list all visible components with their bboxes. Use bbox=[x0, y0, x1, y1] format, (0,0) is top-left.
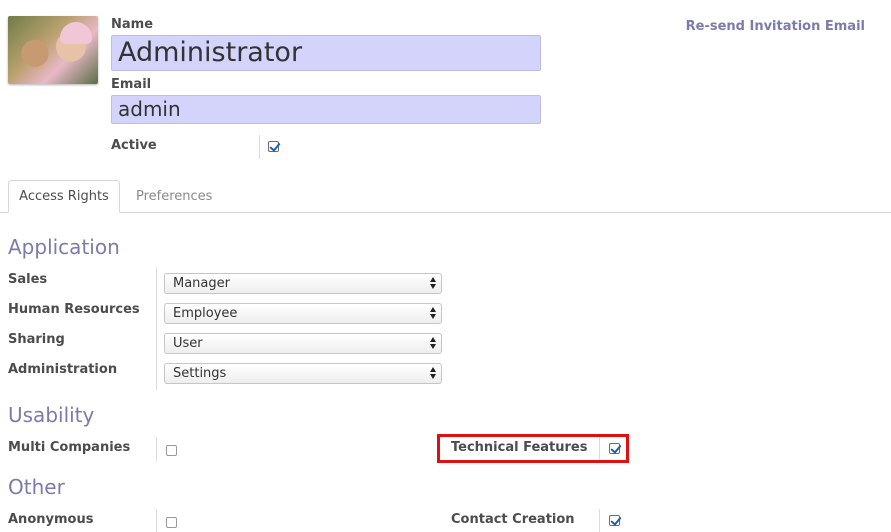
resend-invitation-link[interactable]: Re-send Invitation Email bbox=[686, 19, 865, 34]
select-arrows-icon bbox=[430, 307, 436, 320]
field-separator bbox=[156, 437, 157, 461]
email-field[interactable]: admin bbox=[111, 95, 541, 124]
multi-companies-checkbox[interactable] bbox=[166, 445, 177, 456]
active-label: Active bbox=[111, 138, 157, 153]
administration-select[interactable]: Settings bbox=[164, 363, 442, 384]
sales-select[interactable]: Manager bbox=[164, 273, 442, 294]
tab-preferences[interactable]: Preferences bbox=[136, 189, 212, 204]
administration-select-value: Settings bbox=[173, 366, 227, 381]
name-field[interactable]: Administrator bbox=[111, 35, 541, 71]
field-separator bbox=[599, 509, 600, 532]
email-label: Email bbox=[111, 77, 152, 92]
field-label-anonymous: Anonymous bbox=[8, 512, 94, 527]
field-label-contact-creation: Contact Creation bbox=[451, 512, 575, 527]
sharing-select-value: User bbox=[173, 336, 203, 351]
field-label-sales: Sales bbox=[8, 272, 48, 287]
anonymous-checkbox[interactable] bbox=[166, 517, 177, 528]
tab-bar-divider bbox=[0, 212, 891, 213]
select-arrows-icon bbox=[430, 367, 436, 380]
field-label-multi-companies: Multi Companies bbox=[8, 440, 131, 455]
field-separator bbox=[156, 268, 157, 390]
section-title-usability: Usability bbox=[8, 403, 95, 427]
section-title-other: Other bbox=[8, 475, 65, 499]
field-separator bbox=[156, 509, 157, 532]
contact-creation-checkbox[interactable] bbox=[609, 515, 620, 526]
sharing-select[interactable]: User bbox=[164, 333, 442, 354]
field-label-administration: Administration bbox=[8, 362, 118, 377]
select-arrows-icon bbox=[430, 337, 436, 350]
field-separator bbox=[259, 135, 260, 159]
field-label-sharing: Sharing bbox=[8, 332, 65, 347]
field-label-human-resources: Human Resources bbox=[8, 302, 140, 317]
sales-select-value: Manager bbox=[173, 276, 230, 291]
active-checkbox[interactable] bbox=[268, 141, 279, 152]
tab-access-rights[interactable]: Access Rights bbox=[8, 180, 120, 213]
section-title-application: Application bbox=[8, 235, 120, 259]
user-avatar[interactable] bbox=[8, 16, 98, 84]
highlight-box bbox=[437, 434, 629, 463]
human-resources-select-value: Employee bbox=[173, 306, 238, 321]
human-resources-select[interactable]: Employee bbox=[164, 303, 442, 324]
name-label: Name bbox=[111, 17, 154, 32]
select-arrows-icon bbox=[430, 277, 436, 290]
